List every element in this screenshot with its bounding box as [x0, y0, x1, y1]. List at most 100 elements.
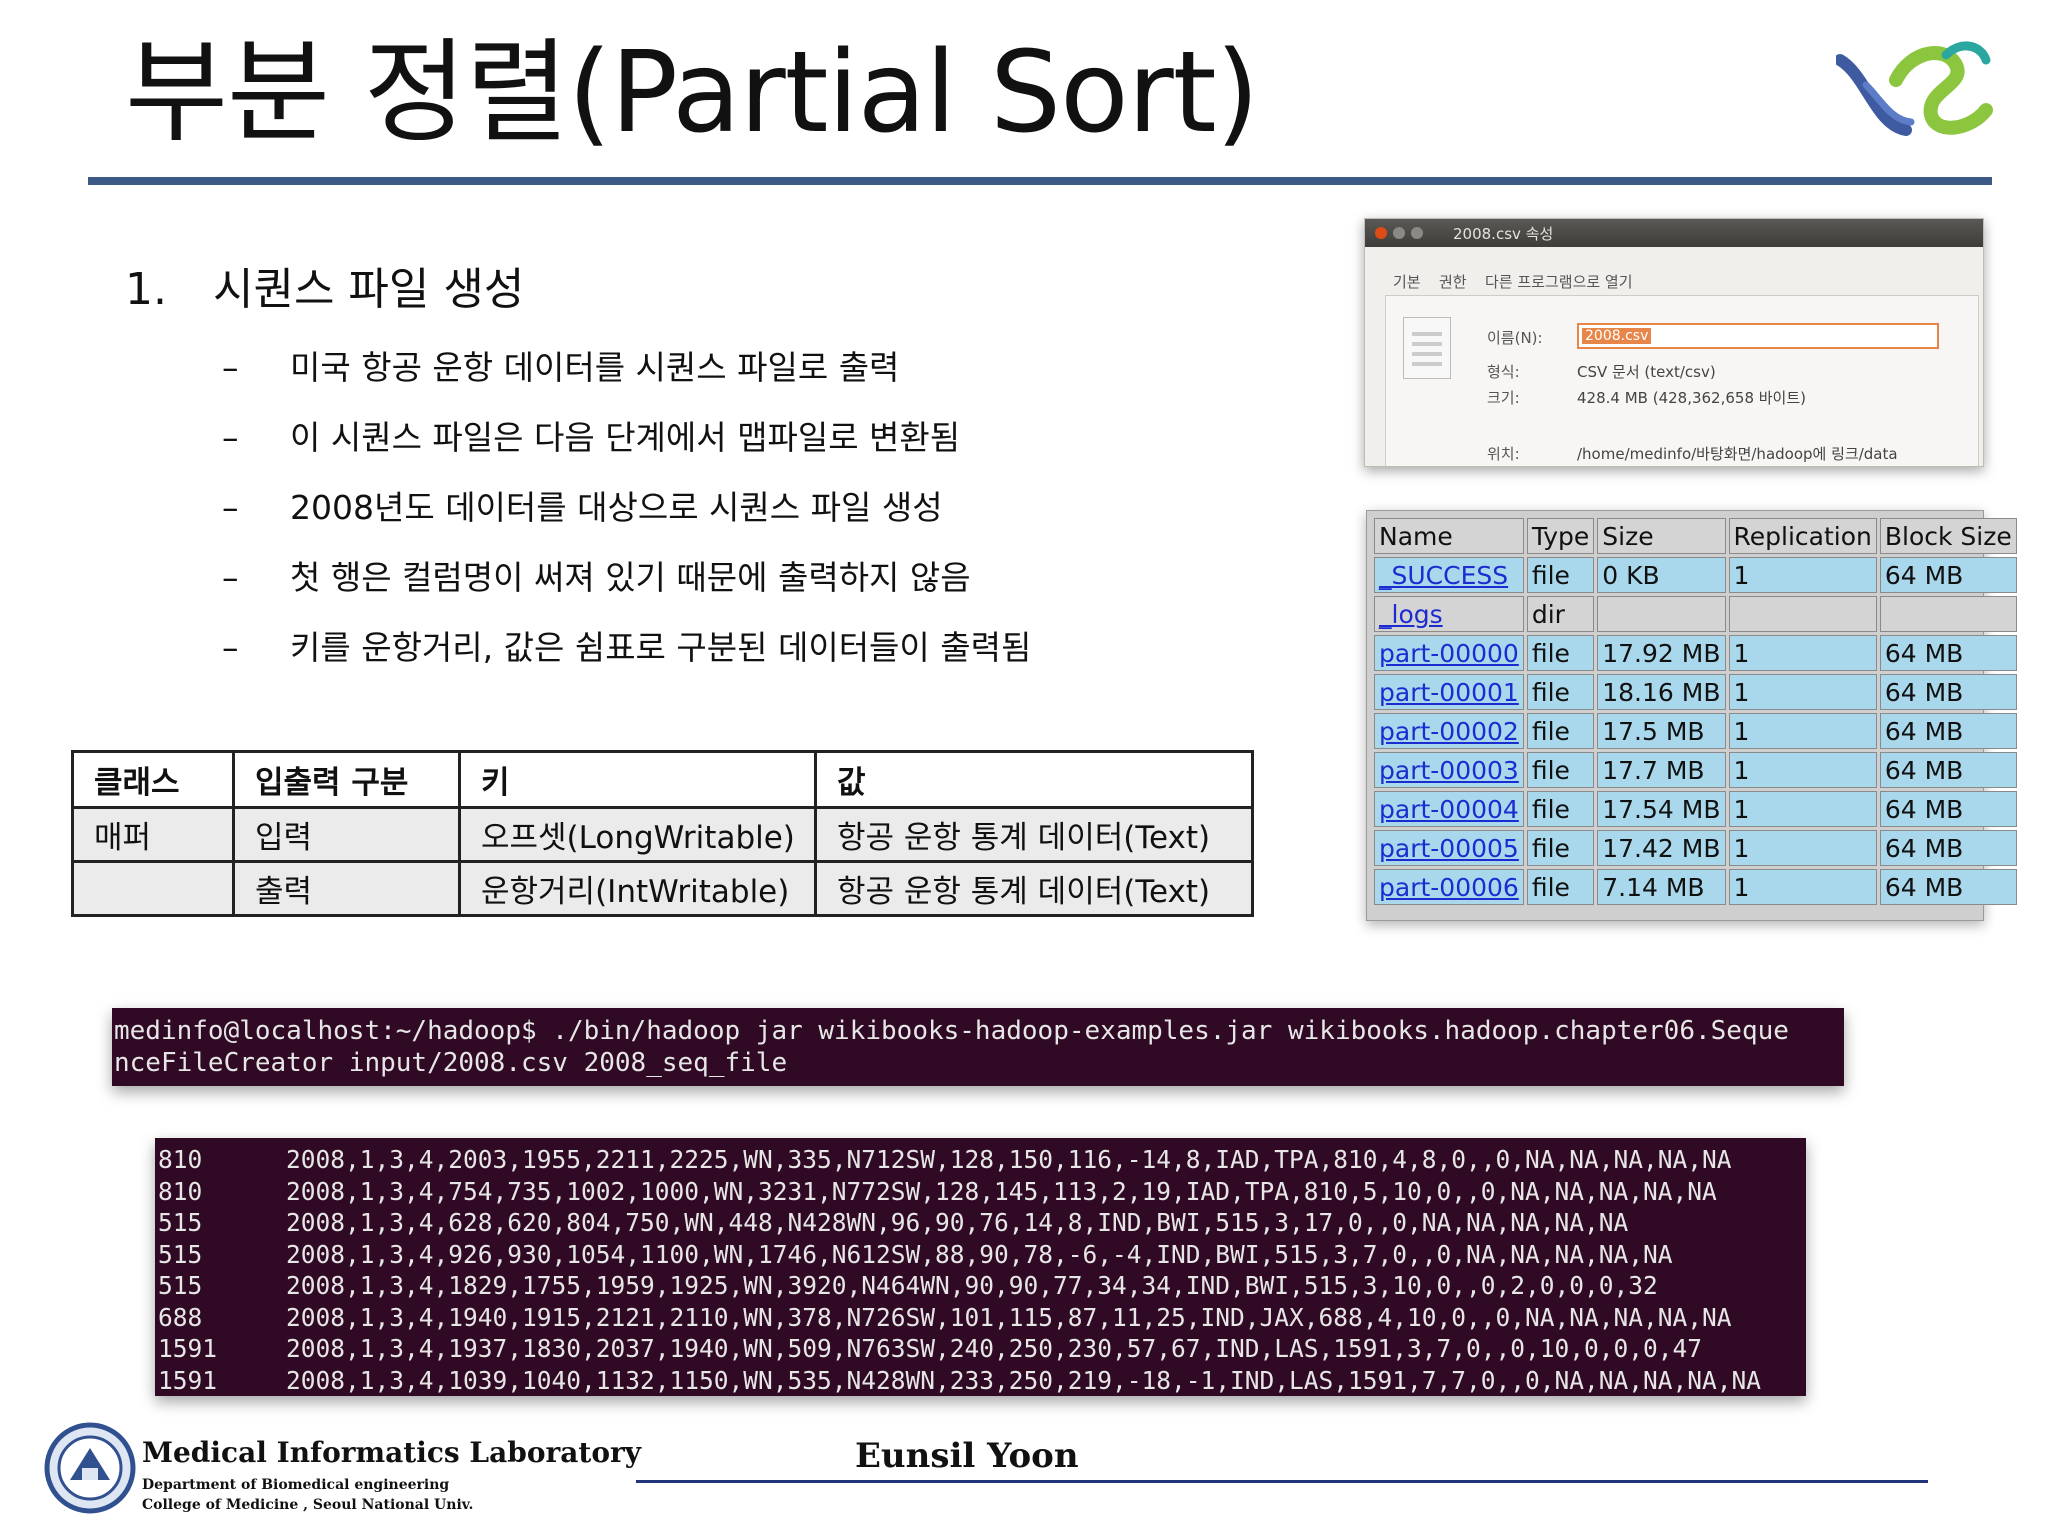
output-key: 515 — [158, 1271, 203, 1300]
table-cell: 64 MB — [1879, 830, 2017, 866]
table-cell: 64 MB — [1879, 752, 2017, 788]
file-properties-window: 2008.csv 속성 기본 권한 다른 프로그램으로 열기 이름(N): 20… — [1364, 218, 1984, 467]
column-header: 입출력 구분 — [232, 750, 461, 809]
output-key: 810 — [158, 1145, 203, 1174]
output-key: 1591 — [158, 1365, 218, 1395]
file-name-cell: _SUCCESS — [1374, 557, 1524, 593]
table-cell: 17.5 MB — [1597, 713, 1726, 749]
table-cell: 1 — [1728, 830, 1877, 866]
tab-basic[interactable]: 기본 — [1393, 271, 1421, 292]
file-link[interactable]: part-00001 — [1379, 678, 1519, 707]
output-line: 515 2008,1,3,4,1829,1755,1959,1925,WN,392… — [158, 1270, 1806, 1302]
table-row: part-00004 file 17.54 MB 1 64 MB — [1374, 791, 2017, 827]
table-cell — [71, 860, 235, 917]
section-heading: 1. 시퀀스 파일 생성 — [125, 262, 524, 318]
table-row: 매퍼 입력 오프셋(LongWritable) 항공 운항 통계 데이터(Tex… — [71, 806, 1254, 863]
close-window-button[interactable] — [1375, 227, 1387, 239]
output-line: 1591 2008,1,3,4,1937,1830,2037,1940,WN,50… — [158, 1333, 1806, 1365]
table-header-row: Name Type Size Replication Block Size — [1374, 518, 2017, 554]
table-cell: 17.42 MB — [1597, 830, 1726, 866]
file-link[interactable]: part-00003 — [1379, 756, 1519, 785]
table-cell: dir — [1526, 596, 1595, 632]
table-header-row: 클래스 입출력 구분 키 값 — [71, 750, 1254, 809]
terminal-output-window[interactable]: 810 2008,1,3,4,2003,1955,2211,2225,WN,335… — [155, 1138, 1806, 1396]
column-header: 값 — [814, 750, 1254, 809]
university-seal-icon — [44, 1422, 136, 1514]
terminal-line: medinfo@localhost:~/hadoop$ ./bin/hadoop… — [114, 1016, 1789, 1046]
table-cell: 1 — [1728, 674, 1877, 710]
table-row: part-00001 file 18.16 MB 1 64 MB — [1374, 674, 2017, 710]
table-cell: 17.7 MB — [1597, 752, 1726, 788]
bullet-dash: – — [222, 628, 239, 667]
bullet-text: 이 시퀀스 파일은 다음 단계에서 맵파일로 변환됨 — [290, 418, 961, 457]
table-cell: 매퍼 — [71, 806, 235, 863]
output-line: 810 2008,1,3,4,2003,1955,2211,2225,WN,335… — [158, 1144, 1806, 1176]
table-cell: 0 KB — [1597, 557, 1726, 593]
output-value: 2008,1,3,4,1940,1915,2121,2110,WN,378,N7… — [286, 1302, 1732, 1332]
output-value: 2008,1,3,4,1937,1830,2037,1940,WN,509,N7… — [286, 1334, 1703, 1363]
table-cell: 항공 운항 통계 데이터(Text) — [814, 860, 1254, 917]
window-titlebar: 2008.csv 속성 — [1365, 219, 1983, 247]
heading-number: 1. — [125, 264, 167, 315]
file-name-cell: part-00001 — [1374, 674, 1524, 710]
hdfs-file-table: Name Type Size Replication Block Size _S… — [1371, 515, 2020, 908]
column-header[interactable]: Type — [1526, 518, 1595, 554]
output-key: 515 — [158, 1239, 203, 1269]
file-link[interactable]: part-00006 — [1379, 873, 1519, 902]
table-cell: 64 MB — [1879, 635, 2017, 671]
file-link[interactable]: _SUCCESS — [1379, 561, 1508, 590]
table-cell: 1 — [1728, 713, 1877, 749]
column-header: 클래스 — [71, 750, 235, 809]
bullet-text: 미국 항공 운항 데이터를 시퀀스 파일로 출력 — [290, 348, 900, 387]
file-name-cell: part-00006 — [1374, 869, 1524, 905]
terminal-command-window[interactable]: medinfo@localhost:~/hadoop$ ./bin/hadoop… — [112, 1008, 1844, 1086]
location-value: /home/medinfo/바탕화면/hadoop에 링크/data — [1577, 445, 1898, 463]
column-header[interactable]: Name — [1374, 518, 1524, 554]
title-underline — [88, 177, 1992, 185]
lab-logo — [1836, 41, 1993, 136]
table-cell: 1 — [1728, 635, 1877, 671]
table-cell: 오프셋(LongWritable) — [458, 806, 817, 863]
tab-open-with[interactable]: 다른 프로그램으로 열기 — [1485, 271, 1633, 292]
file-link[interactable]: part-00005 — [1379, 834, 1519, 863]
terminal-line: nceFileCreator input/2008.csv 2008_seq_f… — [114, 1048, 788, 1078]
table-cell: file — [1526, 557, 1595, 593]
tab-permissions[interactable]: 권한 — [1439, 271, 1467, 292]
name-label: 이름(N): — [1487, 329, 1543, 347]
output-key: 515 — [158, 1208, 203, 1237]
file-link[interactable]: part-00004 — [1379, 795, 1519, 824]
output-key: 1591 — [158, 1334, 218, 1363]
minimize-window-button[interactable] — [1393, 227, 1405, 239]
table-cell: 1 — [1728, 752, 1877, 788]
footer-divider — [636, 1480, 1928, 1483]
table-cell: 64 MB — [1879, 869, 2017, 905]
column-header: 키 — [458, 750, 817, 809]
file-name-cell: part-00003 — [1374, 752, 1524, 788]
file-name-cell: part-00000 — [1374, 635, 1524, 671]
table-row: _SUCCESS file 0 KB 1 64 MB — [1374, 557, 2017, 593]
table-cell: file — [1526, 869, 1595, 905]
class-io-table: 클래스 입출력 구분 키 값 매퍼 입력 오프셋(LongWritable) 항… — [71, 750, 1254, 917]
table-cell: 7.14 MB — [1597, 869, 1726, 905]
name-field-value: 2008.csv — [1582, 328, 1652, 344]
file-name-cell: _logs — [1374, 596, 1524, 632]
bullet-dash: – — [222, 348, 239, 387]
table-cell: 1 — [1728, 557, 1877, 593]
hdfs-directory-listing: Name Type Size Replication Block Size _S… — [1366, 510, 2017, 921]
size-value: 428.4 MB (428,362,658 바이트) — [1577, 389, 1807, 407]
column-header[interactable]: Block Size — [1879, 518, 2017, 554]
column-header[interactable]: Replication — [1728, 518, 1877, 554]
table-cell: 운항거리(IntWritable) — [458, 860, 817, 917]
table-cell: 1 — [1728, 791, 1877, 827]
file-link[interactable]: part-00000 — [1379, 639, 1519, 668]
file-link[interactable]: part-00002 — [1379, 717, 1519, 746]
document-icon — [1403, 317, 1451, 379]
dir-link[interactable]: _logs — [1379, 600, 1443, 629]
name-field[interactable]: 2008.csv — [1577, 323, 1939, 349]
maximize-window-button[interactable] — [1411, 227, 1423, 239]
column-header[interactable]: Size — [1597, 518, 1726, 554]
table-cell: file — [1526, 674, 1595, 710]
table-cell: file — [1526, 830, 1595, 866]
file-name-cell: part-00002 — [1374, 713, 1524, 749]
output-line: 1591 2008,1,3,4,1039,1040,1132,1150,WN,53… — [158, 1365, 1806, 1397]
